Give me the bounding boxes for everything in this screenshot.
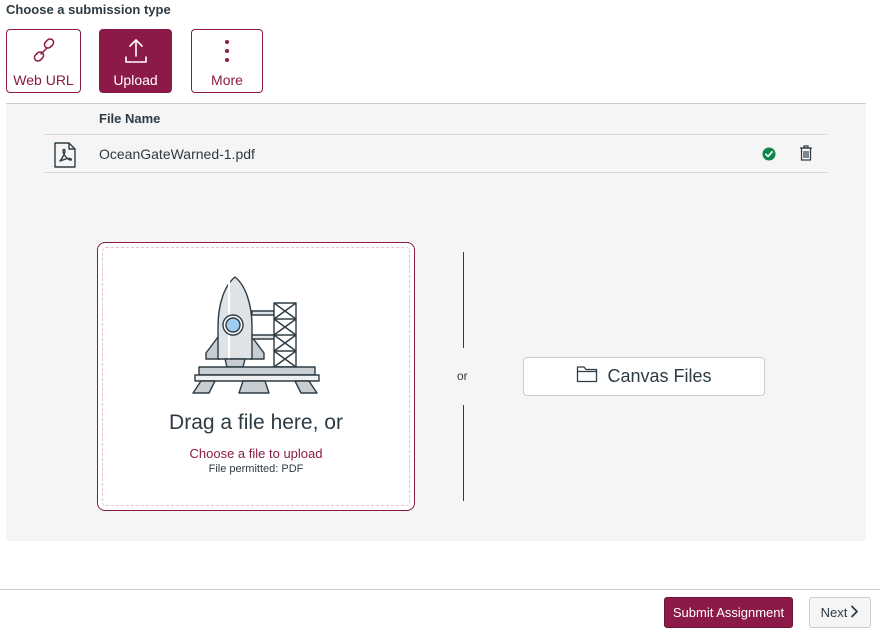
file-permitted-note: File permitted: PDF (208, 463, 304, 475)
canvas-files-label: Canvas Files (607, 366, 712, 386)
folder-icon (576, 365, 598, 388)
upload-panel: File Name OceanGateWarned-1.pdf Drag a f… (6, 103, 866, 541)
file-name-header: File Name (99, 111, 161, 126)
trash-icon[interactable] (799, 145, 813, 166)
link-icon (7, 38, 80, 64)
choose-file-link[interactable]: Choose a file to upload (98, 446, 414, 461)
upload-icon (100, 38, 171, 64)
canvas-files-button[interactable]: Canvas Files (523, 357, 765, 396)
upload-label: Upload (113, 72, 158, 88)
dropzone-title: Drag a file here, or (169, 411, 343, 434)
file-dropzone[interactable]: Drag a file here, or Choose a file to up… (97, 242, 415, 511)
page-title: Choose a submission type (6, 2, 171, 17)
pdf-file-icon (54, 142, 76, 173)
web-url-label: Web URL (13, 72, 74, 88)
or-label: or (457, 369, 468, 383)
more-label: More (211, 72, 243, 88)
more-vertical-icon (192, 38, 262, 64)
web-url-button[interactable]: Web URL (6, 29, 81, 93)
upload-button[interactable]: Upload (99, 29, 172, 93)
file-row: OceanGateWarned-1.pdf (44, 134, 827, 173)
footer-divider (0, 589, 880, 590)
next-button[interactable]: Next (809, 597, 871, 628)
rocket-launch-icon (191, 275, 321, 405)
next-label: Next (820, 605, 848, 620)
chevron-right-icon (850, 605, 859, 621)
divider-top (463, 252, 464, 348)
check-circle-icon (762, 147, 776, 166)
divider-bottom (463, 405, 464, 501)
submit-assignment-button[interactable]: Submit Assignment (664, 597, 793, 628)
file-name[interactable]: OceanGateWarned-1.pdf (99, 146, 255, 162)
more-button[interactable]: More (191, 29, 263, 93)
